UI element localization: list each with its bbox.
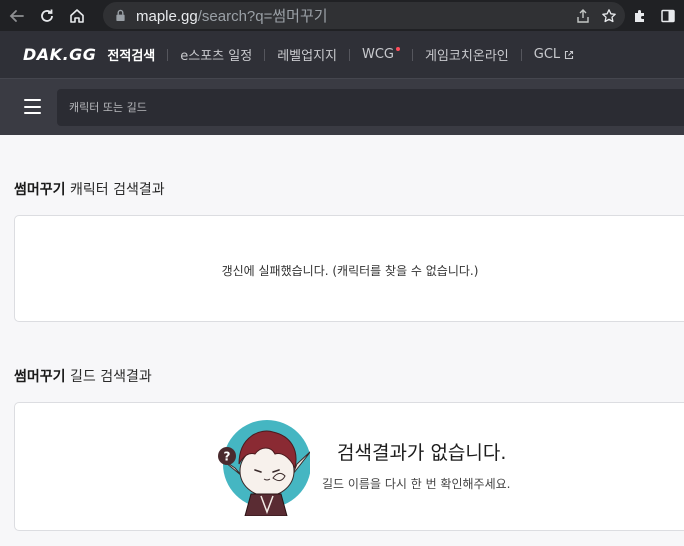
nav-item-wcg[interactable]: WCG [362, 46, 401, 62]
lock-icon [115, 9, 127, 23]
search-row [0, 78, 684, 135]
nav-divider [349, 48, 350, 61]
url-text: maple.gg/search?q=썸머꾸기 [136, 8, 328, 25]
nav-item-record-search[interactable]: 전적검색 [107, 45, 155, 64]
site-nav: DAK.GG 전적검색 e스포츠 일정 레벨업지지 WCG 게임코치온라인 GC… [0, 31, 684, 78]
nav-item-esports-schedule[interactable]: e스포츠 일정 [180, 45, 252, 64]
external-link-icon [565, 50, 574, 59]
guild-results-label: 길드 검색결과 [65, 369, 152, 385]
share-icon[interactable] [575, 8, 591, 24]
arrow-left-icon [9, 9, 24, 22]
search-input[interactable] [57, 89, 684, 126]
character-results-label: 캐릭터 검색결과 [65, 182, 165, 198]
nav-divider [264, 48, 266, 61]
nav-item-levelup[interactable]: 레벨업지지 [277, 45, 337, 64]
address-bar[interactable]: maple.gg/search?q=썸머꾸기 [103, 2, 625, 29]
back-button[interactable] [2, 0, 32, 31]
query-term: 썸머꾸기 [14, 369, 66, 385]
confused-mascot-illustration: ? [218, 420, 310, 516]
menu-hamburger-icon[interactable] [24, 99, 41, 114]
character-results-card: 갱신에 실패했습니다. (캐릭터를 찾을 수 없습니다.) [14, 215, 684, 322]
browser-toolbar: maple.gg/search?q=썸머꾸기 [0, 0, 684, 31]
side-panel-icon[interactable] [660, 8, 676, 24]
question-mark-bubble: ? [224, 450, 231, 464]
guild-results-card: ? 검색결과가 없습니다. 길드 이름을 다시 한 번 확인해주세요. [14, 402, 684, 531]
nav-item-wcg-label: WCG [362, 47, 395, 62]
guild-results-title: 썸머꾸기 길드 검색결과 [14, 366, 152, 386]
character-results-title: 썸머꾸기 캐릭터 검색결과 [14, 179, 165, 199]
nav-divider [520, 48, 522, 61]
query-term: 썸머꾸기 [14, 182, 66, 198]
no-results-subtitle: 길드 이름을 다시 한 번 확인해주세요. [322, 477, 511, 491]
nav-divider [412, 48, 414, 61]
reload-button[interactable] [32, 0, 62, 31]
no-results-title: 검색결과가 없습니다. [337, 442, 507, 464]
nav-item-gcl-label: GCL [533, 47, 561, 62]
update-failed-message: 갱신에 실패했습니다. (캐릭터를 찾을 수 없습니다.) [221, 264, 479, 278]
nav-item-gcl[interactable]: GCL [534, 47, 574, 62]
nav-item-game-coach[interactable]: 게임코치온라인 [425, 45, 509, 64]
home-icon [70, 8, 84, 23]
nav-divider [167, 48, 169, 61]
bookmark-star-icon[interactable] [601, 8, 617, 24]
new-dot-icon [396, 46, 401, 51]
dakgg-logo[interactable]: DAK.GG [23, 45, 96, 64]
home-button[interactable] [62, 0, 92, 31]
reload-icon [41, 9, 53, 22]
extensions-puzzle-icon[interactable] [632, 8, 648, 24]
